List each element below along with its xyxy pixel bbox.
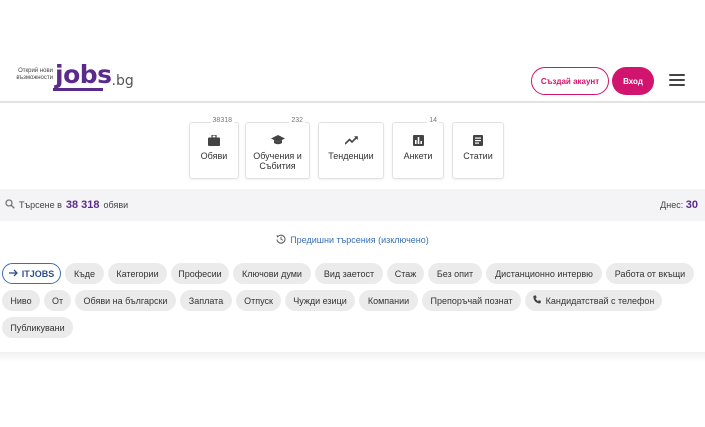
filter-chip[interactable]: Чужди езици [285, 290, 355, 311]
search-summary-bar: Търсене в 38 318 обяви Днес: 30 [0, 189, 705, 221]
today-count: Днес: 30 [660, 199, 698, 211]
tile-trainings-events[interactable]: 232 Обучения и Събития [245, 117, 310, 179]
tile-label: Статии [463, 151, 493, 161]
tile-trends[interactable]: Тенденции [318, 122, 384, 179]
arrow-right-icon [8, 269, 18, 279]
filter-chip-label: Кандидатствай с телефон [545, 295, 655, 306]
filter-chip[interactable]: Работа от вкъщи [606, 263, 694, 284]
search-prefix: Търсене в [19, 200, 62, 210]
logo-jobs-text: jobs [55, 60, 112, 89]
filter-chip[interactable]: От [44, 290, 71, 311]
section-divider [0, 352, 705, 362]
site-header: Открий нови възможности jobs .bg Създай … [0, 52, 705, 102]
filter-chip[interactable]: Ниво [2, 290, 40, 311]
tile-count: 38318 [210, 117, 234, 124]
filter-chip[interactable]: Публикувани [2, 317, 73, 338]
login-button[interactable]: Вход [612, 67, 654, 95]
filter-chip[interactable]: Отпуск [236, 290, 281, 311]
previous-searches-label: Предишни търсения (изключено) [290, 235, 429, 245]
filter-chip[interactable]: Без опит [428, 263, 482, 284]
filter-chip[interactable]: Заплата [180, 290, 232, 311]
phone-icon [532, 295, 541, 306]
header-divider [0, 101, 705, 103]
filter-chip[interactable]: Обяви на български [75, 290, 176, 311]
filter-chip[interactable]: Къде [65, 263, 104, 284]
previous-searches-link[interactable]: Предишни търсения (изключено) [0, 234, 705, 246]
tile-surveys[interactable]: 14 Анкети [392, 117, 444, 179]
briefcase-icon [208, 133, 220, 147]
history-icon [276, 234, 286, 246]
itjobs-label: ITJOBS [21, 268, 55, 279]
menu-icon[interactable] [669, 74, 685, 86]
article-icon [473, 133, 483, 147]
filter-chip[interactable]: Вид заетост [315, 263, 383, 284]
trending-icon [344, 133, 358, 147]
search-summary[interactable]: Търсене в 38 318 обяви [5, 199, 128, 211]
job-count: 38 318 [65, 199, 100, 211]
logo-bg-text: .bg [111, 73, 134, 89]
graduation-cap-icon [270, 133, 285, 147]
filter-chip[interactable]: Професии [171, 263, 229, 284]
tile-articles[interactable]: Статии [452, 122, 504, 179]
search-suffix: обяви [103, 200, 129, 210]
tile-label: Анкети [403, 151, 433, 161]
today-number: 30 [685, 199, 698, 211]
filter-chip-phone[interactable]: Кандидатствай с телефон [525, 290, 662, 311]
filter-chip[interactable]: Категории [108, 263, 167, 284]
filter-chip[interactable]: Ключови думи [233, 263, 311, 284]
bar-chart-icon [412, 133, 424, 147]
filter-chip[interactable]: Дистанционно интервю [486, 263, 602, 284]
tile-label: Обучения и Събития [253, 151, 302, 171]
tile-count: 14 [427, 117, 439, 124]
tile-label: Тенденции [328, 151, 374, 161]
create-account-button[interactable]: Създай акаунт [531, 67, 609, 95]
jobsbg-logo[interactable]: Открий нови възможности jobs .bg [13, 60, 134, 100]
search-icon [5, 199, 15, 211]
logo-underline [53, 88, 103, 91]
today-label: Днес: [660, 200, 684, 210]
tile-jobs[interactable]: 38318 Обяви [189, 117, 239, 179]
itjobs-chip[interactable]: ITJOBS [2, 263, 61, 284]
tile-count: 232 [289, 117, 305, 124]
tile-label: Обяви [200, 151, 228, 161]
filter-chip[interactable]: Препоръчай познат [422, 290, 521, 311]
filter-chip[interactable]: Стаж [387, 263, 424, 284]
logo-slogan: Открий нови възможности [16, 68, 53, 81]
filter-chip[interactable]: Компании [359, 290, 418, 311]
